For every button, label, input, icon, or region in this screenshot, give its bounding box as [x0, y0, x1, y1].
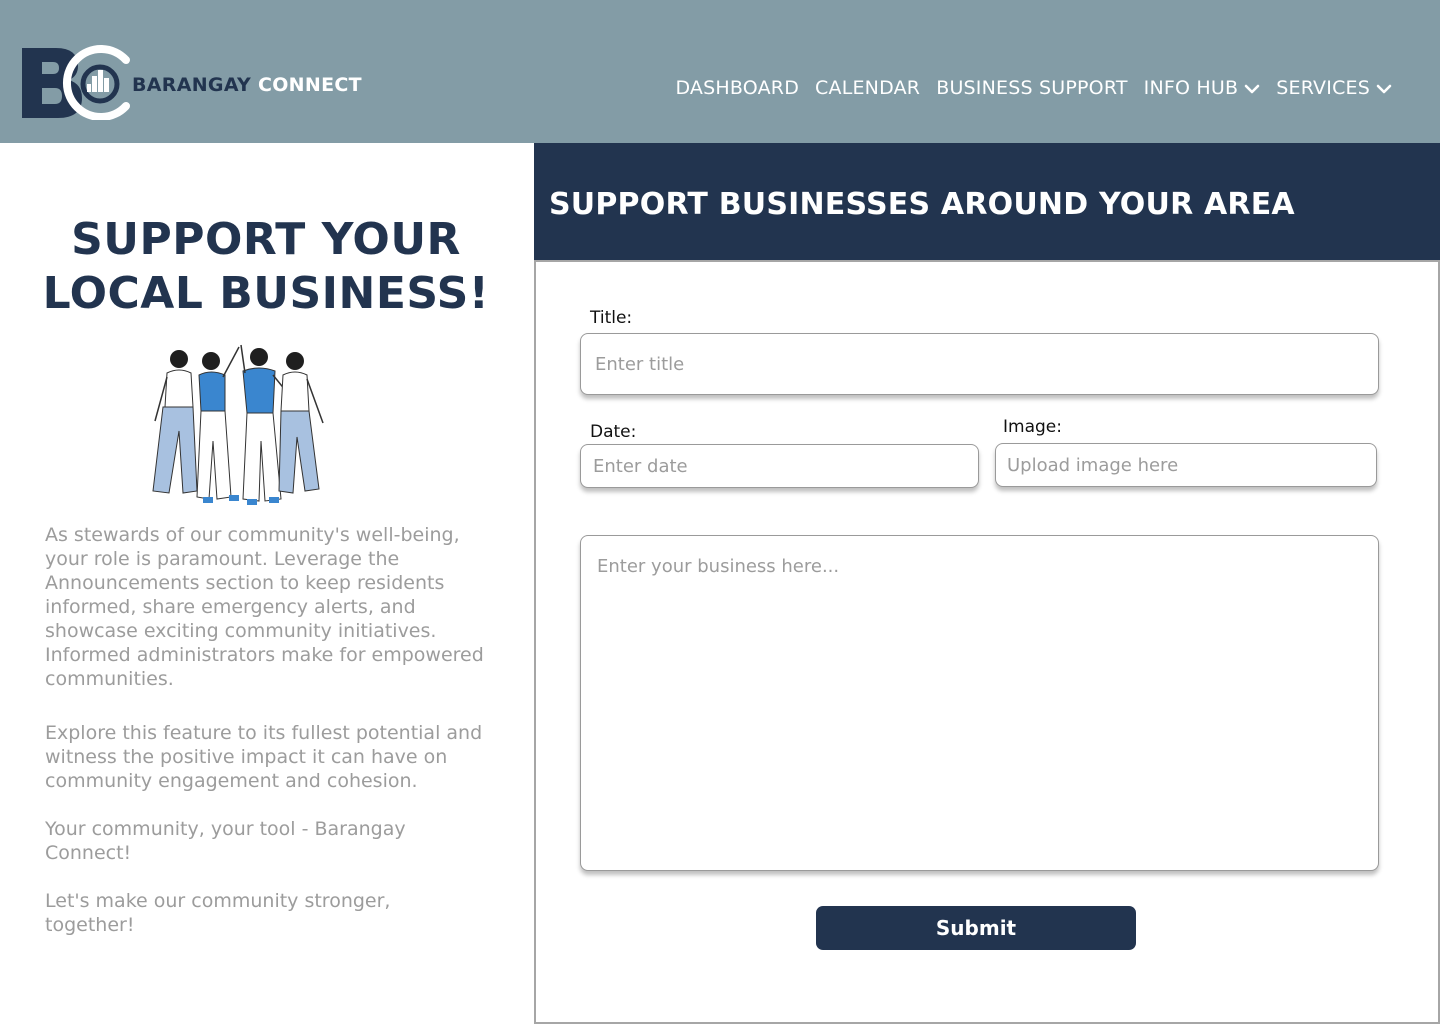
nav-info-hub-label: INFO HUB: [1143, 77, 1239, 99]
nav-business-support-label: BUSINESS SUPPORT: [936, 77, 1128, 99]
left-panel: SUPPORT YOUR LOCAL BUSINESS! As stewards…: [0, 143, 534, 1024]
title-label: Title:: [590, 308, 633, 328]
nav-services[interactable]: SERVICES: [1276, 77, 1392, 99]
image-label: Image:: [1003, 417, 1062, 437]
page-title-line1: SUPPORT YOUR: [71, 214, 461, 265]
top-header: BARANGAY CONNECT DASHBOARD CALENDAR BUSI…: [0, 0, 1440, 143]
intro-paragraph-1: As stewards of our community's well-bein…: [45, 524, 484, 690]
people-high-five-illustration: [143, 341, 333, 507]
title-input[interactable]: Enter title: [580, 333, 1379, 395]
nav-calendar[interactable]: CALENDAR: [815, 77, 920, 99]
business-description-placeholder: Enter your business here...: [597, 556, 840, 577]
nav-info-hub[interactable]: INFO HUB: [1144, 77, 1261, 99]
nav-dashboard-label: DASHBOARD: [675, 77, 800, 99]
date-label: Date:: [590, 422, 637, 442]
main-nav: DASHBOARD CALENDAR BUSINESS SUPPORT INFO…: [659, 74, 1392, 102]
form-header: SUPPORT BUSINESSES AROUND YOUR AREA: [534, 143, 1440, 260]
intro-paragraph-2: Explore this feature to its fullest pote…: [45, 722, 483, 792]
intro-paragraph-4: Let's make our community stronger, toget…: [45, 890, 391, 936]
brand-name-part1: BARANGAY: [132, 74, 252, 96]
form-heading: SUPPORT BUSINESSES AROUND YOUR AREA: [549, 187, 1295, 222]
image-input-placeholder: Upload image here: [1007, 454, 1179, 476]
title-input-placeholder: Enter title: [595, 353, 685, 375]
chevron-down-icon: [1244, 80, 1260, 96]
nav-services-label: SERVICES: [1276, 77, 1370, 99]
nav-calendar-label: CALENDAR: [815, 77, 921, 99]
nav-business-support[interactable]: BUSINESS SUPPORT: [936, 77, 1127, 99]
page-title: SUPPORT YOUR LOCAL BUSINESS!: [0, 213, 532, 321]
intro-paragraph-3: Your community, your tool - Barangay Con…: [45, 818, 406, 864]
chevron-down-icon: [1376, 80, 1392, 96]
submit-button[interactable]: Submit: [816, 906, 1136, 950]
date-input[interactable]: Enter date: [580, 444, 979, 488]
brand-name: BARANGAY CONNECT: [132, 74, 362, 96]
date-input-placeholder: Enter date: [593, 455, 688, 477]
brand-name-part2: CONNECT: [257, 74, 362, 96]
business-description-textarea[interactable]: Enter your business here...: [580, 535, 1379, 871]
intro-text: As stewards of our community's well-bein…: [45, 523, 485, 961]
brand-logo[interactable]: BARANGAY CONNECT: [22, 44, 362, 121]
page-title-line2: LOCAL BUSINESS!: [42, 268, 490, 319]
image-upload-input[interactable]: Upload image here: [995, 443, 1377, 487]
bc-city-logo-icon: [22, 44, 132, 121]
nav-dashboard[interactable]: DASHBOARD: [675, 77, 799, 99]
